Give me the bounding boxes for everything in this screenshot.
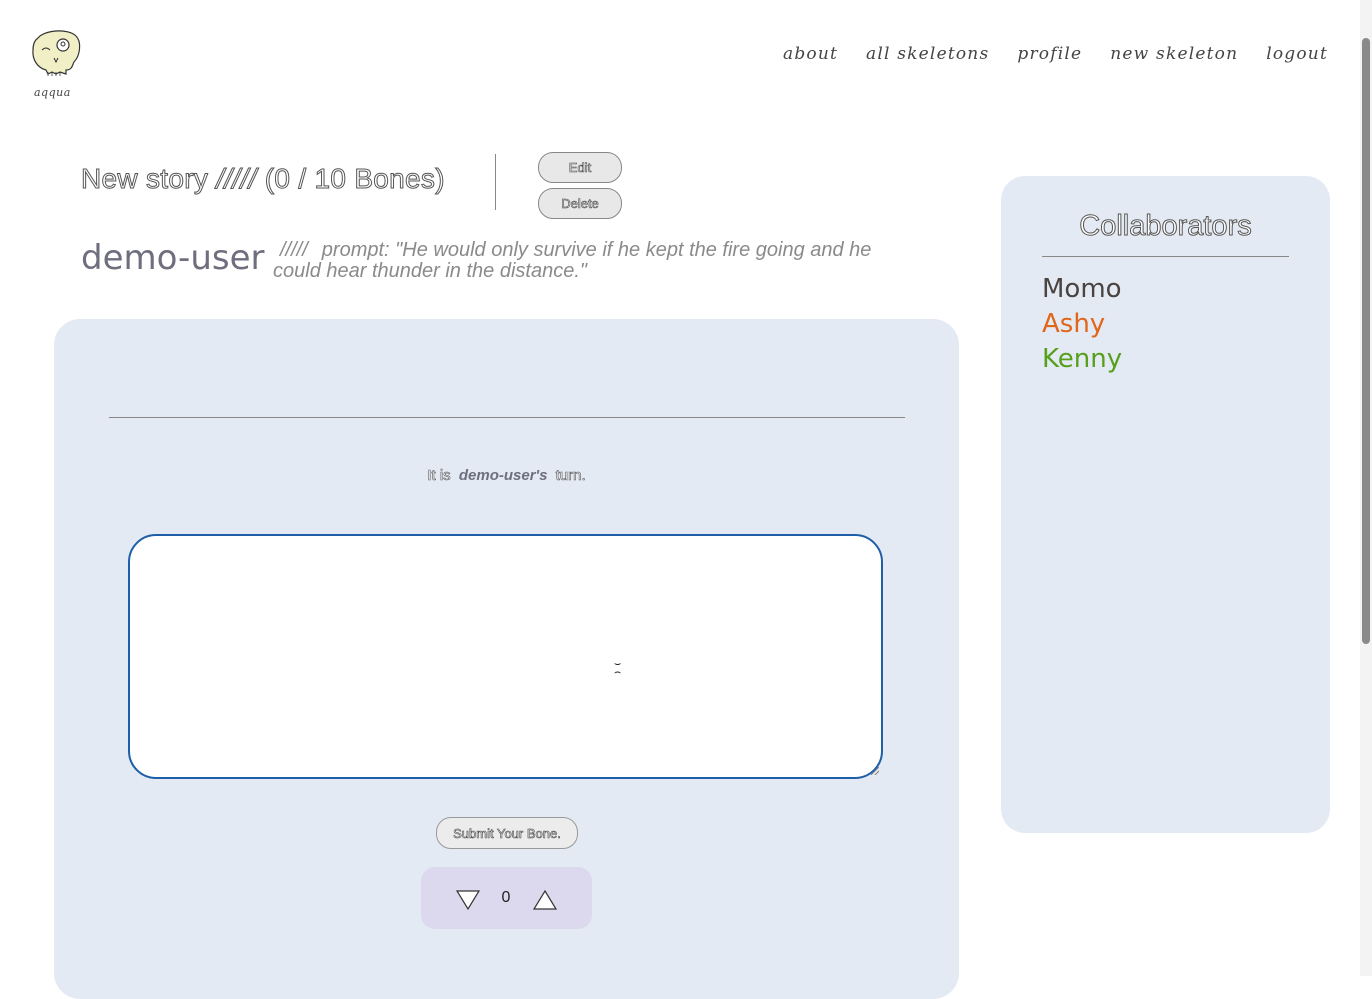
title-divider: [495, 154, 496, 210]
logo-text: aqqua: [34, 86, 71, 99]
story-panel: It is demo-user's turn. ⌣ ⌢ Submit Your B…: [54, 319, 959, 999]
collaborator-name[interactable]: Momo: [1042, 272, 1122, 307]
turn-user: demo-user's: [458, 467, 548, 484]
nav-about[interactable]: about: [783, 44, 838, 64]
turn-indicator: It is demo-user's turn.: [54, 467, 959, 485]
edit-button[interactable]: Edit: [538, 152, 622, 183]
vote-widget: 0: [421, 867, 592, 929]
upvote-icon[interactable]: [532, 889, 558, 911]
collaborators-panel: Collaborators Momo Ashy Kenny: [1001, 176, 1330, 833]
bone-textarea[interactable]: ⌣ ⌢: [128, 534, 883, 779]
nav-new-skeleton[interactable]: new skeleton: [1110, 44, 1238, 64]
top-nav: about all skeletons profile new skeleton…: [783, 44, 1328, 64]
submit-bone-button[interactable]: Submit Your Bone.: [436, 817, 578, 849]
story-prompt: /////prompt: "He would only survive if h…: [273, 240, 893, 282]
collaborators-heading: Collaborators: [1079, 210, 1252, 243]
bone-count: (0 / 10 Bones): [264, 163, 445, 195]
story-title-text: New story: [80, 163, 209, 195]
delete-button[interactable]: Delete: [538, 188, 622, 219]
turn-suffix: turn.: [555, 467, 586, 485]
collaborators-list: Momo Ashy Kenny: [1042, 272, 1122, 377]
nav-all-skeletons[interactable]: all skeletons: [866, 44, 989, 64]
story-divider: [109, 417, 905, 418]
text-cursor-icon: ⌣ ⌢: [614, 657, 622, 678]
story-title: New story ///// (0 / 10 Bones): [80, 163, 445, 195]
collaborators-divider: [1042, 256, 1289, 257]
vote-count: 0: [501, 889, 511, 906]
page-scrollbar[interactable]: [1360, 0, 1372, 976]
downvote-icon[interactable]: [455, 889, 481, 911]
resize-grip-icon[interactable]: [871, 767, 879, 775]
nav-logout[interactable]: logout: [1266, 44, 1328, 64]
scrollbar-thumb[interactable]: [1362, 38, 1370, 644]
prompt-text: prompt: "He would only survive if he kep…: [273, 239, 872, 282]
prompt-slashes: /////: [280, 239, 308, 261]
turn-prefix: It is: [427, 467, 451, 485]
story-author: demo-user: [81, 238, 265, 278]
collaborator-name[interactable]: Kenny: [1042, 342, 1122, 377]
collaborator-name[interactable]: Ashy: [1042, 307, 1122, 342]
title-slashes: /////: [216, 163, 257, 195]
nav-profile[interactable]: profile: [1017, 44, 1082, 64]
